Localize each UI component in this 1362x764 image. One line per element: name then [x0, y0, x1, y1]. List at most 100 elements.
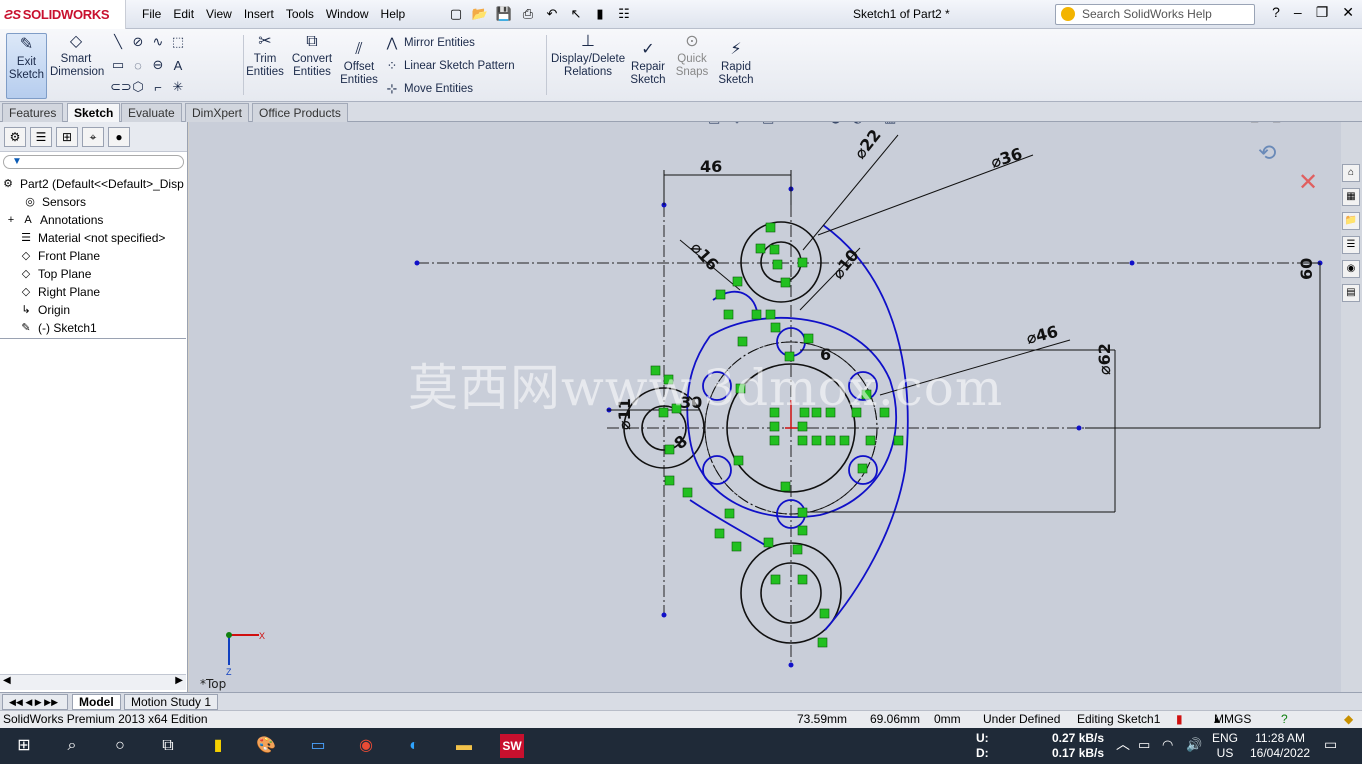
- slot-tool[interactable]: ⊂⊃ ⬡ ⌐ ✳: [110, 79, 186, 95]
- notification-icon[interactable]: ▭: [1324, 737, 1337, 752]
- restore-icon[interactable]: ❐: [1316, 4, 1329, 21]
- volume-icon[interactable]: 🔊: [1186, 737, 1202, 752]
- units-selector[interactable]: MMGS ▴: [1214, 711, 1251, 728]
- tab-evaluate[interactable]: Evaluate: [121, 103, 182, 122]
- menu-insert[interactable]: Insert: [238, 0, 280, 29]
- new-icon[interactable]: ▢: [446, 4, 466, 24]
- expand-icon[interactable]: +: [6, 213, 16, 227]
- windows-start-icon[interactable]: ⊞: [12, 734, 36, 758]
- minimize-icon[interactable]: –: [1294, 4, 1302, 21]
- dimxpert-tab-icon[interactable]: ⌖: [82, 127, 104, 147]
- menu-tools[interactable]: Tools: [280, 0, 320, 29]
- mirror-entities-button[interactable]: ⋀ Mirror Entities: [384, 35, 475, 51]
- scroll-right-icon[interactable]: ▶: [175, 675, 183, 686]
- arc-icon[interactable]: ◌: [130, 58, 146, 73]
- undo-icon[interactable]: ↶: [542, 4, 562, 24]
- solidworks-logo[interactable]: ƧS SOLIDWORKS: [0, 0, 126, 29]
- panel-horizontal-scrollbar[interactable]: ◀ ▶: [0, 674, 186, 690]
- design-library-icon[interactable]: ▦: [1342, 188, 1360, 206]
- spline-icon[interactable]: ∿: [150, 34, 166, 50]
- tree-item-annotations[interactable]: + A Annotations: [0, 211, 186, 229]
- polygon-icon[interactable]: ⬡: [130, 79, 146, 95]
- ellipse-icon[interactable]: ⊖: [150, 57, 166, 73]
- convert-entities-button[interactable]: ⧉ Convert Entities: [288, 33, 336, 79]
- desktop-app-icon[interactable]: ▭: [306, 734, 330, 758]
- rebuild-status-icon[interactable]: ▮: [1176, 711, 1183, 728]
- display-delete-relations-button[interactable]: ⊥ Display/Delete Relations: [551, 33, 625, 79]
- rectangle-construction-icon[interactable]: ⬚: [170, 34, 186, 50]
- rapid-sketch-button[interactable]: ⚡ Rapid Sketch: [716, 41, 756, 87]
- tab-model[interactable]: Model: [72, 694, 121, 710]
- tree-item-front-plane[interactable]: ◇ Front Plane: [0, 247, 186, 265]
- task-view-icon[interactable]: ⧉: [156, 734, 180, 758]
- viewport-controls[interactable]: ⊟ ⊡ – ❐ ✕: [1250, 122, 1341, 125]
- property-manager-tab-icon[interactable]: ☰: [30, 127, 52, 147]
- tab-features[interactable]: Features: [2, 103, 64, 122]
- edge-icon[interactable]: ◐: [402, 734, 426, 758]
- save-icon[interactable]: 💾: [494, 4, 514, 24]
- help-icon[interactable]: ?: [1272, 4, 1280, 21]
- tree-filter-input[interactable]: ▼: [3, 155, 184, 169]
- rebuild-icon[interactable]: ▮: [590, 4, 610, 24]
- tab-navigation-arrows[interactable]: ◀◀ ◀ ▶ ▶▶: [2, 694, 68, 710]
- custom-properties-icon[interactable]: ▤: [1342, 284, 1360, 302]
- scroll-left-icon[interactable]: ◀: [3, 675, 11, 686]
- tray-overflow-icon[interactable]: ︿: [1116, 737, 1130, 752]
- tree-item-sensors[interactable]: ◎ Sensors: [0, 193, 186, 211]
- menu-edit[interactable]: Edit: [167, 0, 200, 29]
- tags-icon[interactable]: ◆: [1344, 711, 1353, 728]
- confirmation-corner[interactable]: ⟲ ✕: [1258, 140, 1318, 196]
- fillet-icon[interactable]: ⌐: [150, 80, 166, 95]
- cortana-icon[interactable]: ○: [108, 734, 132, 758]
- exit-sketch-button[interactable]: ✎ Exit Sketch: [6, 33, 47, 99]
- close-icon[interactable]: ✕: [1342, 4, 1354, 21]
- tab-dimxpert[interactable]: DimXpert: [185, 103, 250, 122]
- circle-icon[interactable]: ⊘: [130, 34, 146, 50]
- battery-icon[interactable]: ▭: [1138, 737, 1150, 752]
- tab-motion-study[interactable]: Motion Study 1: [124, 694, 219, 710]
- menu-window[interactable]: Window: [320, 0, 375, 29]
- tree-item-right-plane[interactable]: ◇ Right Plane: [0, 283, 186, 301]
- tree-item-sketch1[interactable]: ✎ (-) Sketch1: [0, 319, 186, 337]
- search-input[interactable]: Search SolidWorks Help: [1055, 4, 1255, 25]
- trim-entities-button[interactable]: ✂ Trim Entities: [246, 33, 284, 79]
- tab-sketch[interactable]: Sketch: [67, 103, 121, 122]
- file-explorer-icon[interactable]: 📁: [1342, 212, 1360, 230]
- menu-file[interactable]: File: [136, 0, 167, 29]
- quick-snaps-button[interactable]: ⊙ Quick Snaps: [672, 33, 712, 79]
- help-status-icon[interactable]: ?: [1281, 711, 1288, 728]
- solidworks-taskbar-icon[interactable]: SW: [500, 734, 524, 758]
- file-properties-icon[interactable]: ☷: [614, 4, 634, 24]
- linear-sketch-pattern-button[interactable]: ⁘ Linear Sketch Pattern: [384, 58, 515, 74]
- paint-icon[interactable]: 🎨: [254, 734, 278, 758]
- line-tool[interactable]: ╲ ⊘ ∿ ⬚: [110, 34, 186, 50]
- print-icon[interactable]: ⎙: [518, 4, 538, 24]
- file-explorer-taskbar-icon[interactable]: ▬: [452, 734, 476, 758]
- point-icon[interactable]: ✳: [170, 79, 186, 95]
- resources-icon[interactable]: ⌂: [1342, 164, 1360, 182]
- rectangle-tool[interactable]: ▭ ◌ ⊖ A: [110, 57, 186, 73]
- tab-office-products[interactable]: Office Products: [252, 103, 348, 122]
- clock[interactable]: 11:28 AM 16/04/2022: [1250, 731, 1310, 761]
- tree-item-top-plane[interactable]: ◇ Top Plane: [0, 265, 186, 283]
- language-indicator[interactable]: ENG US: [1212, 731, 1238, 761]
- chrome-icon[interactable]: ◉: [354, 734, 378, 758]
- configuration-tab-icon[interactable]: ⊞: [56, 127, 78, 147]
- search-icon[interactable]: ⌕: [60, 734, 84, 758]
- sticky-notes-icon[interactable]: ▮: [206, 734, 230, 758]
- feature-tree-tab-icon[interactable]: ⚙: [4, 127, 26, 147]
- wifi-icon[interactable]: ◠: [1162, 737, 1173, 752]
- repair-sketch-button[interactable]: ✓ Repair Sketch: [628, 41, 668, 87]
- menu-view[interactable]: View: [200, 0, 238, 29]
- tree-root[interactable]: ⚙ Part2 (Default<<Default>_Disp: [0, 175, 186, 193]
- view-palette-icon[interactable]: ☰: [1342, 236, 1360, 254]
- appearances-icon[interactable]: ◉: [1342, 260, 1360, 278]
- menu-help[interactable]: Help: [375, 0, 412, 29]
- appearance-tab-icon[interactable]: ●: [108, 127, 130, 147]
- move-entities-button[interactable]: ⊹ Move Entities: [384, 81, 473, 97]
- open-icon[interactable]: 📂: [470, 4, 490, 24]
- tree-item-material[interactable]: ☰ Material <not specified>: [0, 229, 186, 247]
- offset-entities-button[interactable]: ⫽ Offset Entities: [340, 41, 378, 87]
- smart-dimension-button[interactable]: ◇ Smart Dimension: [50, 33, 104, 79]
- select-icon[interactable]: ↖: [566, 4, 586, 24]
